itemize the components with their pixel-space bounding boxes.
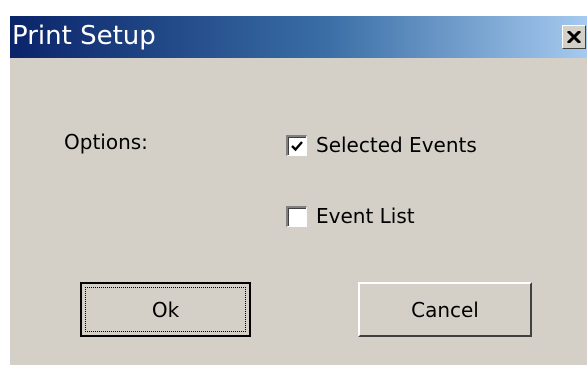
cancel-button[interactable]: Cancel [358, 282, 532, 337]
cancel-button-label: Cancel [411, 297, 479, 322]
event-list-label: Event List [316, 204, 415, 228]
checkmark-icon [291, 140, 303, 151]
selected-events-label: Selected Events [316, 133, 477, 157]
selected-events-option[interactable]: Selected Events [286, 131, 477, 159]
dialog-title: Print Setup [12, 21, 156, 51]
print-setup-dialog: Print Setup Options: Selected Events Eve… [10, 16, 587, 365]
title-bar[interactable]: Print Setup [10, 16, 587, 58]
selected-events-checkbox[interactable] [286, 134, 307, 156]
ok-button[interactable]: Ok [80, 282, 251, 337]
close-button[interactable] [562, 25, 586, 49]
options-label: Options: [64, 130, 148, 154]
close-icon [567, 31, 581, 43]
event-list-option[interactable]: Event List [286, 202, 415, 230]
event-list-checkbox[interactable] [286, 205, 307, 227]
focus-rectangle [85, 287, 246, 332]
